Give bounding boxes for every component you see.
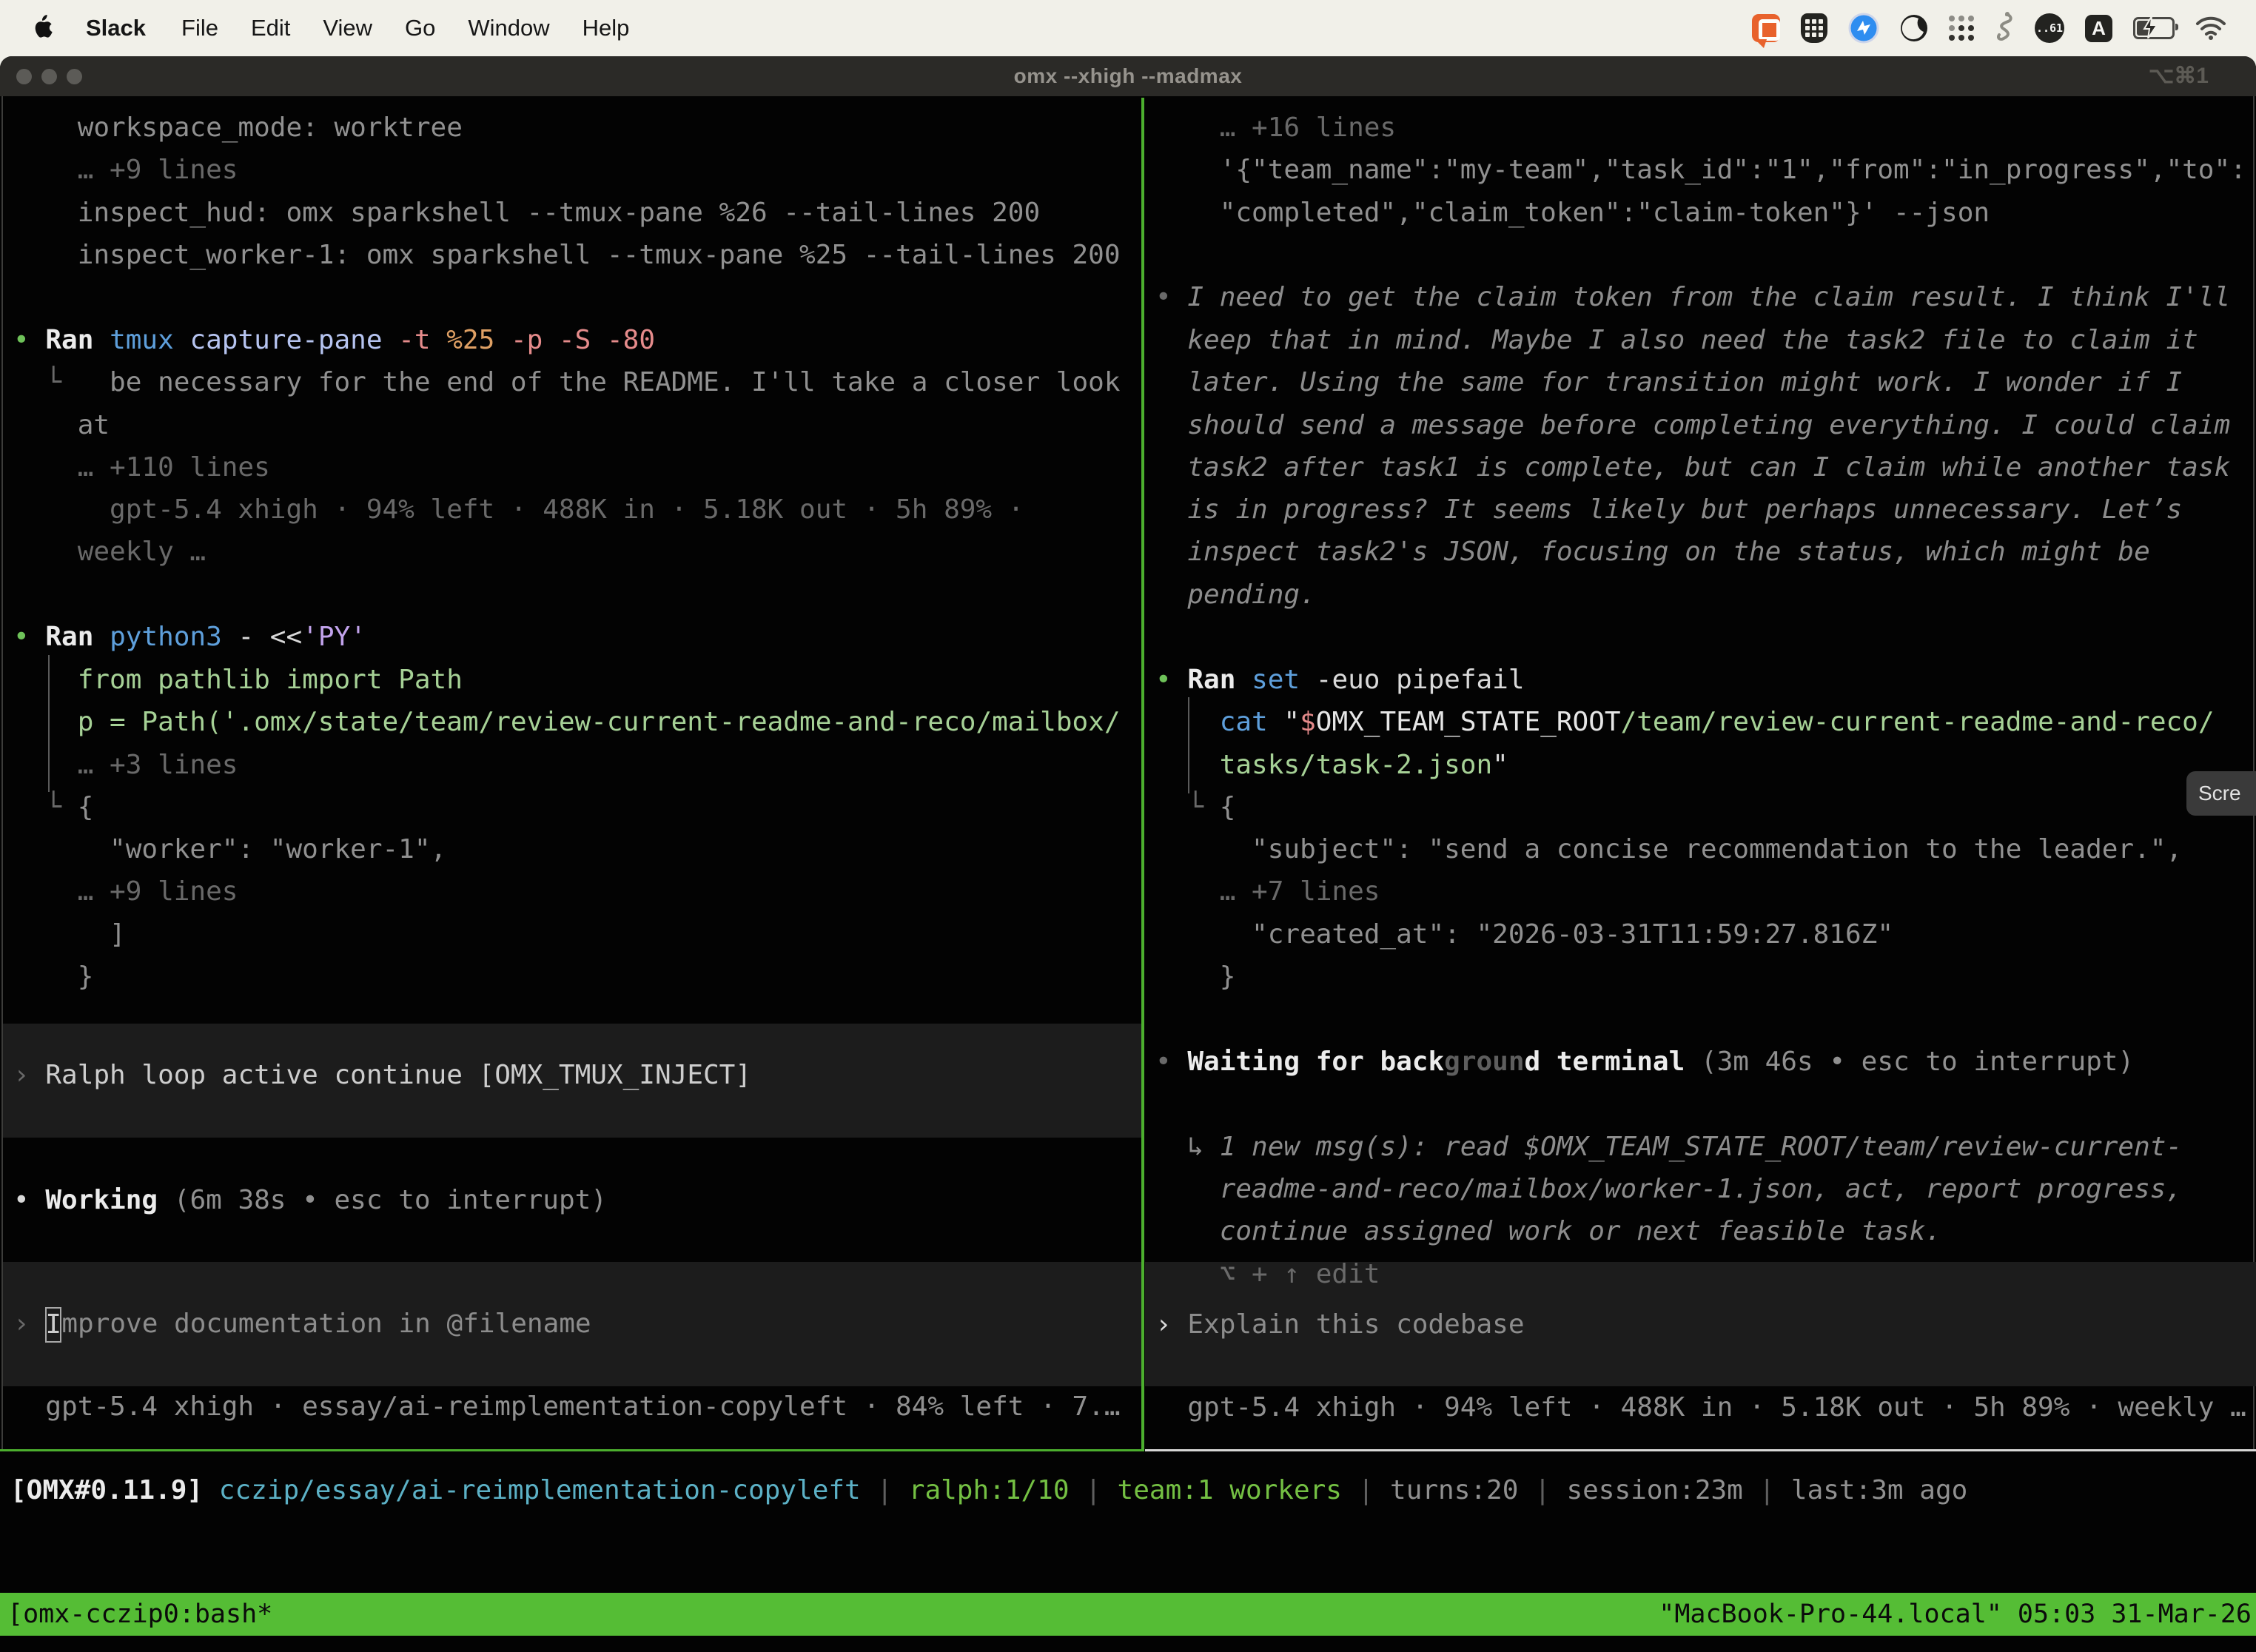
- terminal-line: inspect_hud: omx sparkshell --tmux-pane …: [13, 192, 1141, 234]
- terminal-line: task2 after task1 is complete, but can I…: [1155, 446, 2256, 488]
- terminal-line: • Waiting for background terminal (3m 46…: [1155, 1041, 2256, 1083]
- terminal-line: gpt-5.4 xhigh · 94% left · 488K in · 5.1…: [1155, 1386, 2256, 1428]
- pane-border-left-bottom: [0, 1449, 1144, 1451]
- assistant-label: A: [2092, 17, 2106, 40]
- terminal-line: should send a message before completing …: [1155, 404, 2256, 446]
- terminal-line: … +9 lines: [13, 149, 1141, 191]
- menu-item-help[interactable]: Help: [583, 15, 630, 41]
- browser-icon[interactable]: [1900, 14, 1928, 42]
- menu-item-file[interactable]: File: [181, 15, 218, 41]
- wifi-icon[interactable]: [2195, 16, 2226, 40]
- menu-status-icons: ..61 A: [1752, 12, 2256, 44]
- timer-label: ..61: [2036, 21, 2063, 35]
- terminal-line: }: [13, 956, 1141, 998]
- terminal-line: }: [1155, 956, 2256, 998]
- terminal-line: pending.: [1155, 574, 2256, 616]
- prompt-input-line[interactable]: › Improve documentation in @filename: [13, 1303, 1141, 1345]
- assistant-icon[interactable]: A: [2085, 15, 2112, 42]
- terminal-line: "created_at": "2026-03-31T11:59:27.816Z": [1155, 913, 2256, 956]
- terminal-line: └ {: [1155, 786, 2256, 828]
- terminal-line: '{"team_name":"my-team","task_id":"1","f…: [1155, 149, 2256, 191]
- terminal-line: is in progress? It seems likely but perh…: [1155, 488, 2256, 531]
- screen-share-icon[interactable]: [1752, 14, 1780, 42]
- pane-divider[interactable]: [1141, 98, 1144, 1449]
- screen-sharing-overlay[interactable]: Scre: [2186, 771, 2256, 816]
- terminal-line: gpt-5.4 xhigh · essay/ai-reimplementatio…: [13, 1386, 1141, 1428]
- menu-bar: Slack File Edit View Go Window Help ..61 A: [0, 0, 2256, 56]
- snake-icon[interactable]: [1995, 12, 2014, 44]
- terminal-line: at: [13, 404, 1141, 446]
- prompt-input-line[interactable]: › Explain this codebase: [1155, 1303, 2256, 1346]
- terminal-line: later. Using the same for transition mig…: [1155, 361, 2256, 403]
- menu-items: Slack File Edit View Go Window Help: [0, 13, 662, 43]
- macos-screen: Slack File Edit View Go Window Help ..61 A: [0, 0, 2256, 1652]
- terminal-line: … +7 lines: [1155, 870, 2256, 913]
- terminal-line: › Ralph loop active continue [OMX_TMUX_I…: [13, 1054, 1141, 1096]
- terminal-content: workspace_mode: worktree … +9 lines insp…: [0, 96, 2256, 1652]
- window-title: omx --xhigh --madmax: [0, 56, 2256, 96]
- terminal-line: p = Path('.omx/state/team/review-current…: [13, 701, 1141, 743]
- pane-border-right-bottom: [1145, 1449, 2256, 1451]
- tmux-session-window: [omx-cczip0:bash*: [0, 1599, 272, 1629]
- terminal-line: keep that in mind. Maybe I also need the…: [1155, 319, 2256, 361]
- terminal-line: … +3 lines: [13, 744, 1141, 786]
- menu-item-window[interactable]: Window: [468, 15, 549, 41]
- terminal-line: tasks/task-2.json": [1155, 744, 2256, 786]
- terminal-line: • Ran set -euo pipefail: [1155, 659, 2256, 701]
- menu-item-go[interactable]: Go: [405, 15, 435, 41]
- tmux-pane-right[interactable]: … +16 lines '{"team_name":"my-team","tas…: [1145, 96, 2256, 1451]
- terminal-line: └ {: [13, 786, 1141, 828]
- menu-item-edit[interactable]: Edit: [251, 15, 290, 41]
- terminal-line: ⌥ + ↑ edit: [1155, 1253, 2256, 1295]
- terminal-line: • Working (6m 38s • esc to interrupt): [13, 1179, 1141, 1221]
- terminal-line: ]: [13, 913, 1141, 956]
- terminal-line: continue assigned work or next feasible …: [1155, 1210, 2256, 1252]
- terminal-line: cat "$OMX_TEAM_STATE_ROOT/team/review-cu…: [1155, 701, 2256, 743]
- terminal-line: weekly …: [13, 531, 1141, 573]
- terminal-line: gpt-5.4 xhigh · 94% left · 488K in · 5.1…: [13, 488, 1141, 531]
- terminal-line: "completed","claim_token":"claim-token"}…: [1155, 192, 2256, 234]
- window-shortcut-hint: ⌥⌘1: [2149, 56, 2209, 96]
- omx-status-line: [OMX#0.11.9] cczip/essay/ai-reimplementa…: [10, 1469, 1967, 1511]
- terminal-window: omx --xhigh --madmax ⌥⌘1 workspace_mode:…: [0, 56, 2256, 1652]
- apple-icon[interactable]: [33, 13, 58, 43]
- terminal-line: • Ran python3 - <<'PY': [13, 616, 1141, 658]
- terminal-line: from pathlib import Path: [13, 659, 1141, 701]
- terminal-line: inspect task2's JSON, focusing on the st…: [1155, 531, 2256, 573]
- terminal-line: "subject": "send a concise recommendatio…: [1155, 828, 2256, 870]
- terminal-line: inspect_worker-1: omx sparkshell --tmux-…: [13, 234, 1141, 276]
- screen-sharing-label: Scre: [2198, 782, 2241, 805]
- terminal-line: … +9 lines: [13, 870, 1141, 913]
- battery-icon[interactable]: [2133, 17, 2175, 39]
- terminal-line: ↳ 1 new msg(s): read $OMX_TEAM_STATE_ROO…: [1155, 1126, 2256, 1168]
- terminal-line: … +16 lines: [1155, 107, 2256, 149]
- terminal-line: … +110 lines: [13, 446, 1141, 488]
- menu-item-view[interactable]: View: [323, 15, 372, 41]
- window-title-bar[interactable]: omx --xhigh --madmax ⌥⌘1: [0, 56, 2256, 96]
- keypad-shield-icon[interactable]: [1801, 13, 1827, 43]
- messenger-icon[interactable]: [1848, 13, 1879, 44]
- tmux-host-clock: "MacBook-Pro-44.local" 05:03 31-Mar-26: [1659, 1599, 2256, 1629]
- terminal-line: • I need to get the claim token from the…: [1155, 276, 2256, 318]
- tmux-pane-left[interactable]: workspace_mode: worktree … +9 lines insp…: [3, 96, 1141, 1451]
- dots-grid-icon[interactable]: [1949, 16, 1974, 41]
- tmux-status-bar: [omx-cczip0:bash* "MacBook-Pro-44.local"…: [0, 1593, 2256, 1636]
- terminal-line: └ be necessary for the end of the README…: [13, 361, 1141, 403]
- menu-app-name[interactable]: Slack: [86, 15, 146, 41]
- terminal-line: workspace_mode: worktree: [13, 107, 1141, 149]
- timer-icon[interactable]: ..61: [2035, 13, 2064, 43]
- terminal-line: "worker": "worker-1",: [13, 828, 1141, 870]
- terminal-line: readme-and-reco/mailbox/worker-1.json, a…: [1155, 1168, 2256, 1210]
- terminal-line: • Ran tmux capture-pane -t %25 -p -S -80: [13, 319, 1141, 361]
